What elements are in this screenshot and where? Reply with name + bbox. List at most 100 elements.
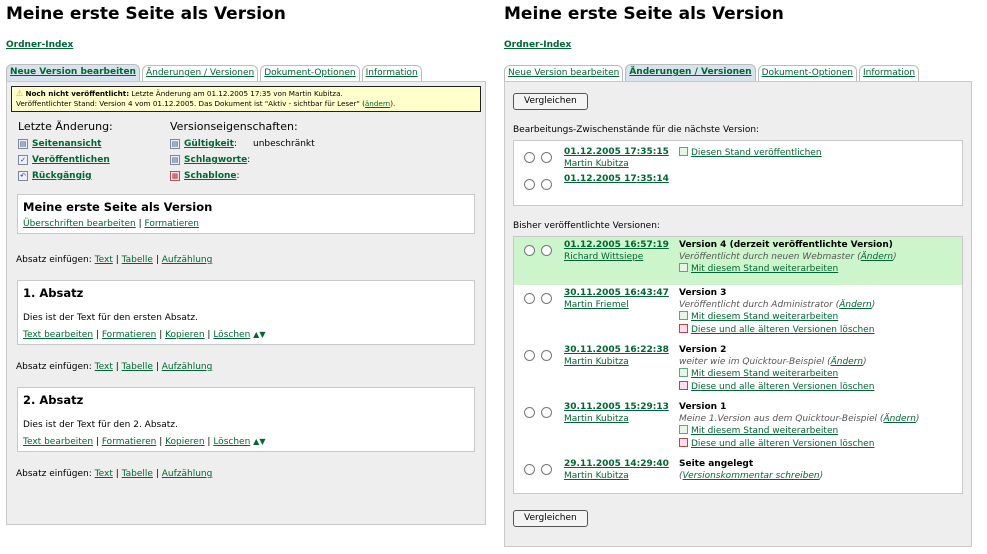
page-view-link[interactable]: Seitenansicht: [32, 136, 101, 152]
template-link[interactable]: Schablone: [184, 168, 237, 184]
ordner-index-link[interactable]: Ordner-Index: [504, 40, 571, 50]
radio-b[interactable]: [541, 407, 552, 418]
delete-versions-link[interactable]: Diese und alle älteren Versionen löschen: [691, 382, 874, 392]
undo-link[interactable]: Rückgängig: [32, 168, 92, 184]
format-link[interactable]: Formatieren: [102, 437, 157, 447]
radio-a[interactable]: [524, 350, 535, 361]
insert-list-link[interactable]: Aufzählung: [162, 255, 213, 265]
compare-button-top[interactable]: Vergleichen: [513, 93, 588, 110]
radio-a[interactable]: [524, 152, 535, 163]
edit-comment-link[interactable]: Ändern: [839, 300, 872, 310]
continue-link[interactable]: Mit diesem Stand weiterarbeiten: [691, 264, 838, 274]
tab-information[interactable]: Information: [858, 65, 920, 81]
radio-b[interactable]: [541, 293, 552, 304]
continue-icon: [679, 368, 688, 377]
version-date-link[interactable]: 30.11.2005 16:43:47: [564, 288, 669, 298]
radio-b[interactable]: [541, 350, 552, 361]
drafts-box: 01.12.2005 17:35:15 Martin Kubitza Diesen…: [513, 140, 963, 206]
version-date-link[interactable]: 01.12.2005 16:57:19: [564, 240, 669, 250]
tab-document-options[interactable]: Dokument-Optionen: [260, 65, 360, 81]
draft-date-link[interactable]: 01.12.2005 17:35:15: [564, 147, 669, 157]
keywords-link[interactable]: Schlagworte: [184, 152, 247, 168]
format-link[interactable]: Formatieren: [102, 330, 157, 340]
radio-a[interactable]: [524, 293, 535, 304]
left-pane: Meine erste Seite als Version Ordner-Ind…: [6, 0, 486, 525]
continue-icon: [679, 263, 688, 272]
version-date-link[interactable]: 30.11.2005 15:29:13: [564, 402, 669, 412]
draft-date-link[interactable]: 01.12.2005 17:35:14: [564, 174, 669, 184]
insert-text-link[interactable]: Text: [95, 362, 113, 372]
insert-list-link[interactable]: Aufzählung: [162, 469, 213, 479]
insert-label: Absatz einfügen:: [16, 255, 92, 265]
edit-panel: ⚠ Noch nicht veröffentlicht: Letzte Ände…: [6, 81, 486, 525]
edit-comment-link[interactable]: Ändern: [831, 357, 864, 367]
radio-a[interactable]: [524, 245, 535, 256]
insert-table-link[interactable]: Tabelle: [122, 469, 153, 479]
tab-new-version[interactable]: Neue Version bearbeiten: [504, 65, 624, 81]
undo-icon: ↶: [18, 171, 28, 181]
radio-b[interactable]: [541, 245, 552, 256]
delete-versions-link[interactable]: Diese und alle älteren Versionen löschen: [691, 439, 874, 449]
version-user-link[interactable]: Martin Kubitza: [564, 414, 629, 424]
delete-icon: [679, 437, 688, 447]
validity-link[interactable]: Gültigkeit: [184, 136, 234, 152]
continue-link[interactable]: Mit diesem Stand weiterarbeiten: [691, 312, 838, 322]
move-down-icon[interactable]: ▼: [259, 330, 265, 339]
delete-versions-link[interactable]: Diese und alle älteren Versionen löschen: [691, 325, 874, 335]
tab-changes-versions[interactable]: Änderungen / Versionen: [625, 64, 756, 81]
radio-a[interactable]: [524, 179, 535, 190]
edit-headings-link[interactable]: Überschriften bearbeiten: [23, 219, 136, 229]
continue-link[interactable]: Mit diesem Stand weiterarbeiten: [691, 369, 838, 379]
version-date-link[interactable]: 29.11.2005 14:29:40: [564, 459, 669, 469]
version-row: 29.11.2005 14:29:40 Martin Kubitza Seite …: [514, 456, 962, 482]
tab-new-version[interactable]: Neue Version bearbeiten: [6, 64, 140, 81]
ordner-index-link[interactable]: Ordner-Index: [6, 40, 73, 50]
version-title: Seite angelegt: [679, 459, 754, 469]
version-user-link[interactable]: Martin Kubitza: [564, 357, 629, 367]
version-row-current: 01.12.2005 16:57:19 Richard Wittsiepe Ver…: [514, 237, 962, 285]
copy-link[interactable]: Kopieren: [165, 330, 204, 340]
edit-comment-link[interactable]: Ändern: [883, 414, 916, 424]
tab-information[interactable]: Information: [361, 65, 422, 81]
change-status-link[interactable]: ändern: [365, 99, 390, 108]
radio-b[interactable]: [541, 464, 552, 475]
insert-table-link[interactable]: Tabelle: [122, 362, 153, 372]
edit-comment-link[interactable]: Ändern: [861, 252, 894, 262]
write-comment-link[interactable]: Versionskommentar schreiben: [683, 471, 820, 481]
move-down-icon[interactable]: ▼: [259, 437, 265, 446]
version-title: Version 1: [679, 402, 727, 412]
version-user-link[interactable]: Richard Wittsiepe: [564, 252, 643, 262]
version-title: Version 3: [679, 288, 727, 298]
draft-user-link[interactable]: Martin Kubitza: [564, 159, 629, 169]
version-user-link[interactable]: Martin Friemel: [564, 300, 629, 310]
delete-icon: [679, 323, 688, 333]
insert-text-link[interactable]: Text: [95, 469, 113, 479]
publish-state-link[interactable]: Diesen Stand veröffentlichen: [691, 148, 822, 158]
radio-b[interactable]: [541, 152, 552, 163]
version-row: 30.11.2005 16:22:38 Martin Kubitza Versio…: [514, 342, 962, 399]
continue-link[interactable]: Mit diesem Stand weiterarbeiten: [691, 426, 838, 436]
paragraph-box-2: 2. Absatz Dies ist der Text für den 2. A…: [17, 387, 475, 452]
radio-a[interactable]: [524, 407, 535, 418]
copy-link[interactable]: Kopieren: [165, 437, 204, 447]
publish-link[interactable]: Veröffentlichen: [32, 152, 110, 168]
version-user-link[interactable]: Martin Kubitza: [564, 471, 629, 481]
radio-b[interactable]: [541, 179, 552, 190]
paragraph-text: Dies ist der Text für den ersten Absatz.: [23, 313, 198, 323]
delete-link[interactable]: Löschen: [213, 437, 250, 447]
text-edit-link[interactable]: Text bearbeiten: [23, 330, 93, 340]
tab-document-options[interactable]: Dokument-Optionen: [757, 65, 857, 81]
compare-button-bottom[interactable]: Vergleichen: [513, 510, 588, 527]
text-edit-link[interactable]: Text bearbeiten: [23, 437, 93, 447]
tab-changes-versions[interactable]: Änderungen / Versionen: [141, 65, 259, 81]
delete-link[interactable]: Löschen: [213, 330, 250, 340]
insert-text-link[interactable]: Text: [95, 255, 113, 265]
publish-icon: ✓: [18, 155, 28, 165]
format-title-link[interactable]: Formatieren: [144, 219, 199, 229]
continue-icon: [679, 425, 688, 434]
version-date-link[interactable]: 30.11.2005 16:22:38: [564, 345, 669, 355]
radio-a[interactable]: [524, 464, 535, 475]
draft-row: 01.12.2005 17:35:15 Martin Kubitza Diesen…: [514, 141, 962, 170]
insert-list-link[interactable]: Aufzählung: [162, 362, 213, 372]
insert-table-link[interactable]: Tabelle: [122, 255, 153, 265]
